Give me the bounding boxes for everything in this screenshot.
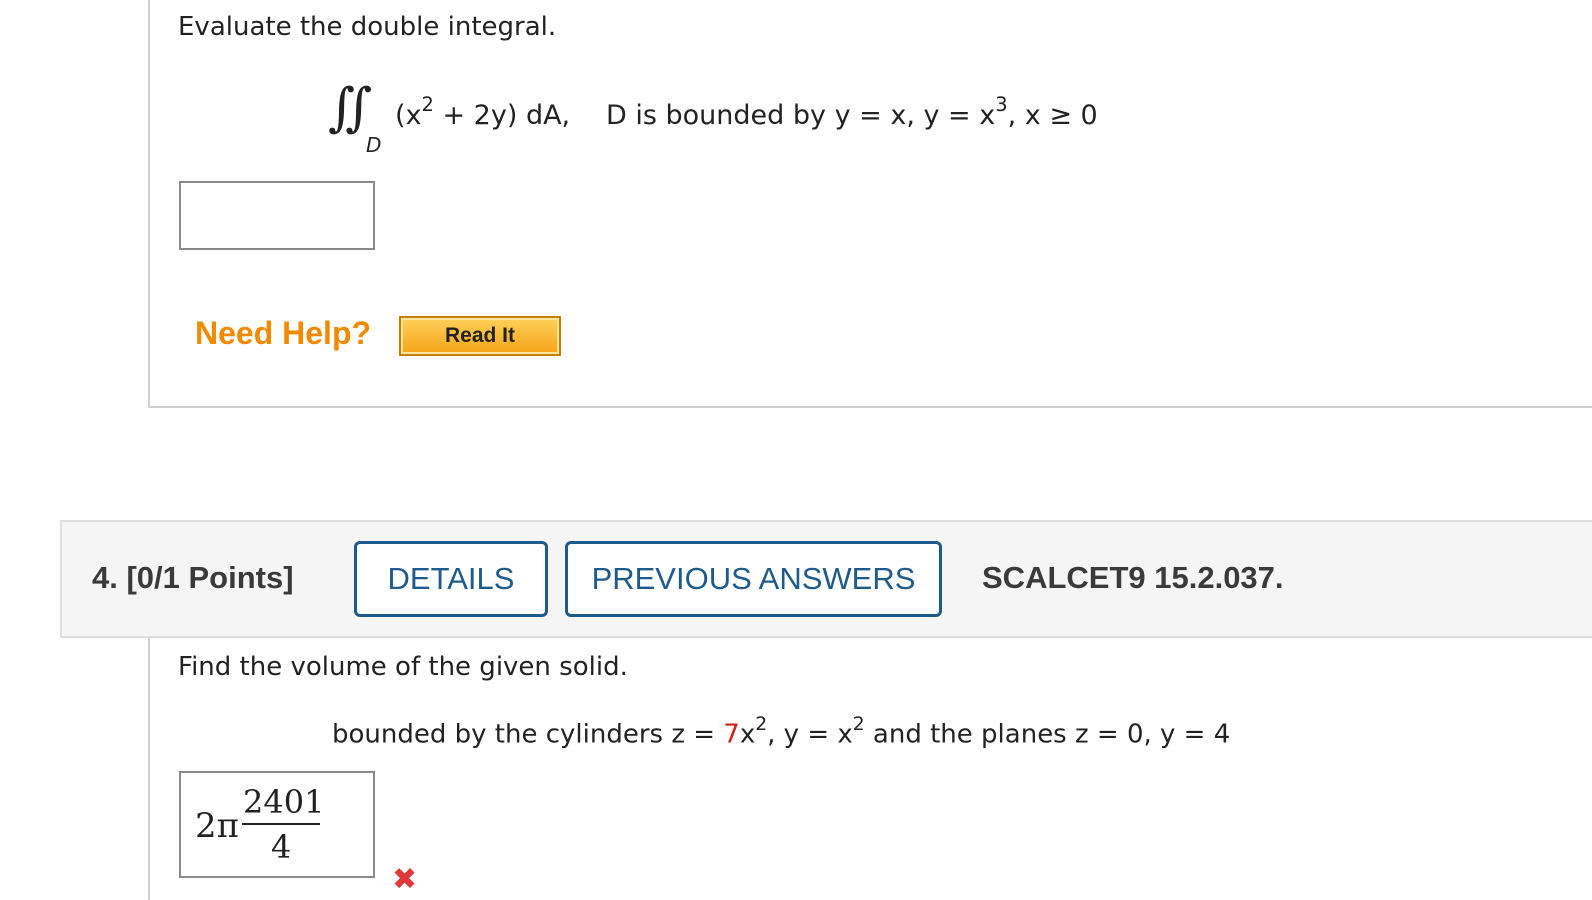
question-4-left-border [148, 638, 150, 900]
read-it-button[interactable]: Read It [399, 316, 561, 356]
question-4-answer-input[interactable]: 2π 2401 4 [179, 771, 375, 878]
details-button[interactable]: DETAILS [354, 541, 548, 617]
question-4-code: SCALCET9 15.2.037. [982, 560, 1284, 595]
double-integral-sign: ∬ [328, 78, 373, 138]
integrand: (x2 + 2y) dA, [395, 93, 571, 131]
answer-denominator: 4 [271, 828, 292, 866]
region-description: D is bounded by y = x, y = x3, x ≥ 0 [606, 93, 1098, 131]
question-3-answer-input[interactable] [179, 181, 375, 250]
question-3-prompt: Evaluate the double integral. [178, 12, 557, 42]
answer-numerator: 2401 [243, 783, 325, 821]
answer-prefix: 2π [195, 806, 239, 846]
question-4-points: 4. [0/1 Points] [92, 560, 294, 595]
question-4-prompt: Find the volume of the given solid. [178, 652, 628, 682]
incorrect-icon: ✖ [392, 862, 418, 897]
previous-answers-button[interactable]: PREVIOUS ANSWERS [565, 541, 942, 617]
fraction-bar [242, 823, 320, 825]
solid-description: bounded by the cylinders z = 7x2, y = x2… [332, 714, 1231, 750]
integral-subscript: D [366, 133, 382, 157]
need-help-label: Need Help? [195, 315, 372, 351]
